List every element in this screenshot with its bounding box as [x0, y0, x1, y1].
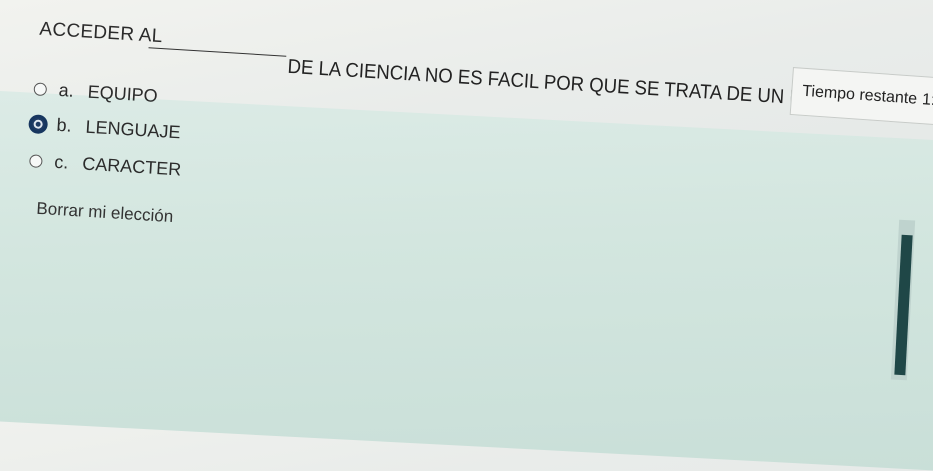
option-b-radio-selected[interactable]: [31, 117, 46, 132]
option-b-label: LENGUAJE: [85, 116, 182, 143]
option-a-label: EQUIPO: [87, 81, 159, 106]
timer-label: Tiempo restante: [801, 82, 918, 108]
option-c-letter: c.: [53, 151, 69, 173]
quiz-stage: ACCEDER AL DE LA CIENCIA NO ES FACIL POR…: [0, 0, 933, 421]
option-a-letter: a.: [58, 79, 75, 101]
option-a-radio[interactable]: [33, 82, 48, 97]
clear-choice-link[interactable]: Borrar mi elección: [36, 199, 174, 227]
option-b[interactable]: b. LENGUAJE: [31, 113, 181, 143]
option-c-radio[interactable]: [29, 154, 43, 169]
option-b-letter: b.: [56, 114, 73, 136]
option-c[interactable]: c. CARACTER: [29, 150, 182, 180]
option-a[interactable]: a. EQUIPO: [33, 78, 158, 107]
option-c-label: CARACTER: [81, 153, 182, 180]
question-blank: [148, 47, 287, 57]
timer-value: 1:47: [921, 91, 933, 111]
question-text-prefix: ACCEDER AL: [38, 18, 164, 48]
